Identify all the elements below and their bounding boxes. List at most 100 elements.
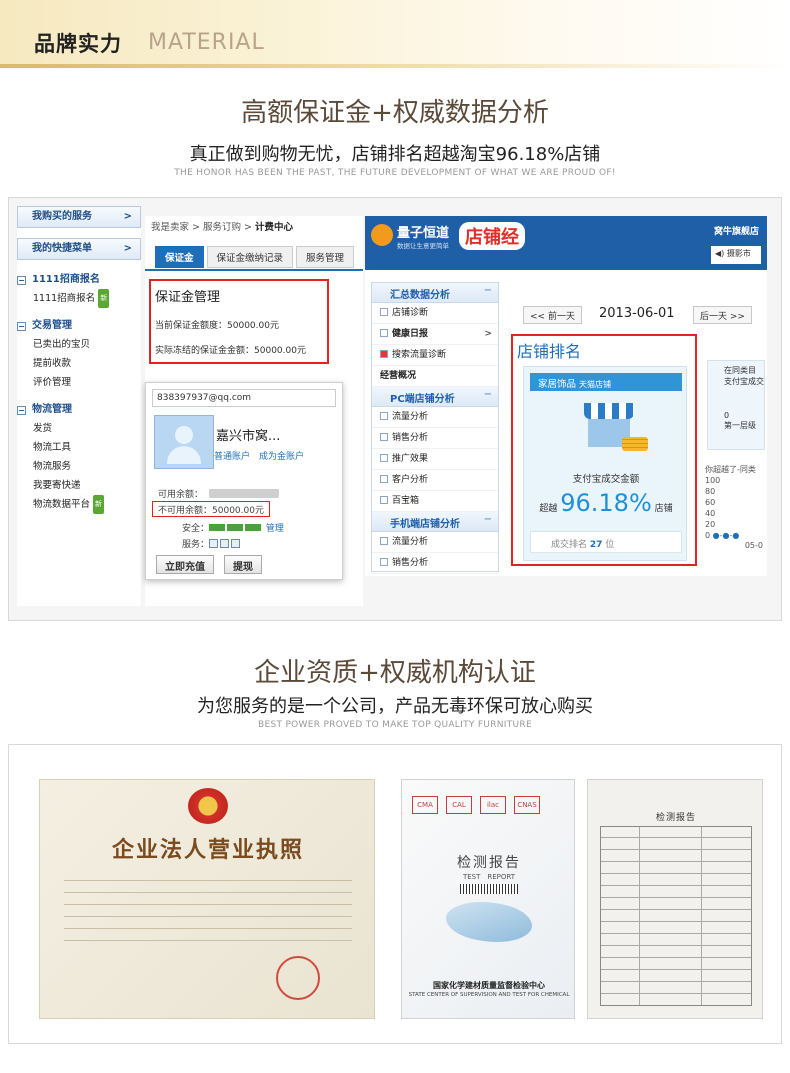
nav-item-label: 流量分析 (392, 537, 429, 547)
service-icon (220, 539, 230, 548)
avatar[interactable] (154, 415, 214, 469)
recharge-button[interactable]: 立即充值 (156, 555, 214, 574)
unavailable-value: 50000.00元 (212, 506, 264, 516)
mini-chart-tick: 20 (705, 520, 716, 529)
nav-item-pc-sales[interactable]: 销售分析 (372, 428, 498, 449)
coins-icon (622, 437, 648, 451)
nav-item-search-traffic[interactable]: 搜索流量诊断 (372, 345, 498, 366)
report-org: 国家化学建材质量监督检验中心 (433, 981, 545, 990)
mini-chart-line: ●-●-● (712, 531, 740, 540)
my-services-label: 我购买的服务 (32, 211, 92, 222)
mini-chart-tick: 80 (705, 487, 716, 496)
official-seal-icon (276, 956, 320, 1000)
mini-chart-tick: 0 ●-●-● (705, 530, 767, 541)
nav-item-pc-traffic[interactable]: 流量分析 (372, 407, 498, 428)
deposit-title: 保证金管理 (155, 290, 221, 305)
deal-rank-label: 成交排名 (551, 540, 588, 550)
account-email: 838397937@qq.com (152, 389, 336, 407)
section2-tagline: BEST POWER PROVED TO MAKE TOP QUALITY FU… (258, 720, 532, 730)
cnas-logo-icon: CNAS (514, 796, 540, 814)
detail-title: 检测报告 (655, 813, 696, 823)
group-logistics[interactable]: − 物流管理 (17, 400, 141, 415)
prev-day-button[interactable]: << 前一天 (523, 306, 582, 324)
chevron-right-icon: > (123, 211, 132, 222)
store-icon (584, 403, 648, 455)
normal-account-link[interactable]: 普通账户 (214, 452, 250, 462)
next-day-button[interactable]: 后一天 >> (693, 306, 752, 324)
withdraw-button[interactable]: 提现 (224, 555, 262, 574)
breadcrumb-seller[interactable]: 我是卖家 (151, 222, 189, 233)
nav-item-daily-report[interactable]: 健康日报 > (372, 324, 498, 345)
nav-item-pc-promotion[interactable]: 推广效果 (372, 449, 498, 470)
nav-head-label: 手机端店铺分析 (390, 519, 460, 530)
group-trade[interactable]: − 交易管理 (17, 316, 141, 331)
nav-item-overview[interactable]: 经营概况 (372, 366, 498, 387)
nav-item-mobile-sales[interactable]: 销售分析 (372, 553, 498, 574)
sidebar-item-logistics-service[interactable]: 物流服务 (17, 457, 141, 476)
sidebar-item-reviews[interactable]: 评价管理 (17, 373, 141, 392)
section1-tagline: THE HONOR HAS BEEN THE PAST, THE FUTURE … (174, 168, 616, 178)
category-sub: 天猫店铺 (579, 380, 612, 389)
nav-item-label: 销售分析 (392, 558, 429, 568)
breadcrumb-service[interactable]: 服务订购 (203, 222, 241, 233)
sidebar-item-logistics-data[interactable]: 物流数据平台新 (17, 495, 141, 514)
logo-title: 量子恒道 (397, 226, 450, 241)
section2-subheading: 为您服务的是一个公司，产品无毒环保可放心购买 (197, 696, 593, 717)
section2-heading: 企业资质+权威机构认证 (254, 658, 536, 688)
seller-screenshot: 我购买的服务 > 我的快捷菜单 > −1111招商报名 1111招商报名新 − 交… (8, 197, 782, 621)
test-report-detail: 检测报告 (587, 779, 763, 1019)
sidebar-item-early-payment[interactable]: 提前收款 (17, 354, 141, 373)
expand-icon (380, 475, 388, 483)
barcode-icon (460, 884, 518, 894)
collapse-icon: − (17, 406, 26, 415)
nav-head-pc[interactable]: PC端店铺分析 − (372, 387, 498, 407)
notice-bar[interactable]: ◀) 摄影市 (711, 246, 761, 264)
available-label: 可用余额： (158, 490, 204, 500)
nav-head-summary[interactable]: 汇总数据分析 − (372, 283, 498, 303)
deal-rank-value: 27 (589, 540, 603, 550)
tab-bar: 保证金 保证金缴纳记录 服务管理 (155, 246, 357, 268)
nav-item-label: 推广效果 (392, 454, 429, 464)
gold-account-link[interactable]: 成为金账户 (259, 452, 304, 462)
nav-head-mobile[interactable]: 手机端店铺分析 − (372, 512, 498, 532)
sidebar-item-label: 1111招商报名 (33, 293, 96, 304)
security-row: 安全： 管理 (182, 521, 284, 534)
sidebar-item-express[interactable]: 我要寄快递 (17, 476, 141, 495)
chevron-right-icon: > (123, 243, 132, 254)
my-shortcut-button[interactable]: 我的快捷菜单 > (17, 238, 141, 260)
sidebar-item-ship[interactable]: 发货 (17, 419, 141, 438)
license-title: 企业法人营业执照 (111, 838, 304, 863)
category-banner: 家居饰品 天猫店铺 (530, 373, 682, 391)
nav-item-mobile-traffic[interactable]: 流量分析 (372, 532, 498, 553)
nav-item-pc-toolbox[interactable]: 百宝箱 (372, 491, 498, 512)
collapse-icon: − (483, 389, 492, 400)
license-line (64, 892, 352, 893)
mini-chart-tick: 40 (705, 509, 716, 518)
nav-item-diagnosis[interactable]: 店铺诊断 (372, 303, 498, 324)
logo-subtitle: 数据让生意更简单 (397, 242, 449, 250)
tab-deposit-records[interactable]: 保证金缴纳记录 (206, 246, 294, 268)
rank-card: 家居饰品 天猫店铺 支付宝成交金额 超越 96.18% 店铺 成交排名 27 位 (523, 366, 687, 561)
my-services-button[interactable]: 我购买的服务 > (17, 206, 141, 228)
my-shortcut-label: 我的快捷菜单 (32, 243, 92, 254)
sidebar-item-1111[interactable]: 1111招商报名新 (17, 289, 141, 308)
beat-value: 96.18% (560, 489, 652, 517)
sidebar-item-sold[interactable]: 已卖出的宝贝 (17, 335, 141, 354)
sidebar-item-logistics-tools[interactable]: 物流工具 (17, 438, 141, 457)
service-icon (209, 539, 219, 548)
tab-service-management[interactable]: 服务管理 (296, 246, 355, 268)
header-band: 品牌实力 MATERIAL (0, 0, 790, 68)
side-number: 0 (724, 411, 730, 420)
breadcrumb: 我是卖家 > 服务订购 > 计费中心 (151, 222, 294, 233)
beat-percentage: 超越 96.18% 店铺 (524, 489, 688, 517)
nav-item-pc-customers[interactable]: 客户分析 (372, 470, 498, 491)
security-manage-link[interactable]: 管理 (266, 524, 284, 534)
tab-deposit[interactable]: 保证金 (155, 246, 204, 268)
section1-subheading: 真正做到购物无忧，店铺排名超越淘宝96.18%店铺 (189, 144, 601, 165)
side-text: 支付宝成交 (724, 377, 764, 386)
analytics-header: 量子恒道 数据让生意更简单 店铺经 窝牛旗舰店 ◀) 摄影市 (365, 216, 767, 270)
service-row: 服务： (182, 537, 242, 550)
mini-chart-tick: 60 (705, 498, 716, 507)
group-1111[interactable]: −1111招商报名 (17, 270, 141, 285)
expand-icon (380, 412, 388, 420)
